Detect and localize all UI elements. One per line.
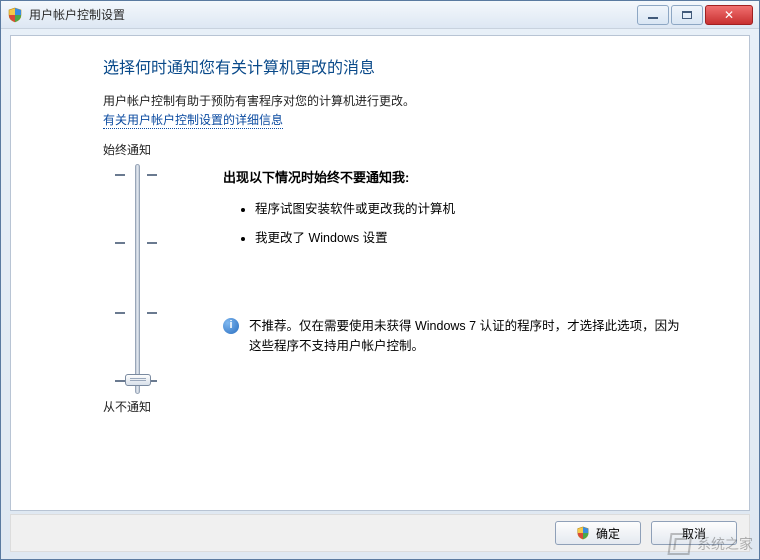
- close-icon: ✕: [724, 9, 734, 21]
- window-controls: ✕: [635, 5, 753, 25]
- recommendation-text: 不推荐。仅在需要使用未获得 Windows 7 认证的程序时，才选择此选项，因为…: [249, 316, 689, 356]
- slider-bottom-label: 从不通知: [103, 398, 223, 415]
- shield-icon: [7, 7, 23, 23]
- slider-track: [135, 164, 140, 394]
- window-title: 用户帐户控制设置: [29, 6, 125, 23]
- titlebar[interactable]: 用户帐户控制设置 ✕: [1, 1, 759, 29]
- level-description-panel: 出现以下情况时始终不要通知我: 程序试图安装软件或更改我的计算机 我更改了 Wi…: [223, 139, 749, 415]
- ok-button-label: 确定: [596, 525, 620, 542]
- info-icon: i: [223, 318, 239, 334]
- shield-icon: [576, 526, 590, 540]
- slider-column: 始终通知 从不通知: [103, 139, 223, 415]
- notification-level-slider[interactable]: [103, 164, 223, 394]
- slider-tick: [115, 174, 157, 175]
- description-text: 用户帐户控制有助于预防有害程序对您的计算机进行更改。: [103, 92, 749, 109]
- minimize-button[interactable]: [637, 5, 669, 25]
- page-heading: 选择何时通知您有关计算机更改的消息: [103, 54, 749, 78]
- slider-top-label: 始终通知: [103, 141, 223, 158]
- uac-settings-window: 用户帐户控制设置 ✕ 选择何时通知您有关计算机更改的消息 用户帐户控制有助于预防…: [0, 0, 760, 560]
- close-button[interactable]: ✕: [705, 5, 753, 25]
- dialog-button-row: 确定 取消: [10, 514, 750, 552]
- cancel-button[interactable]: 取消: [651, 521, 737, 545]
- maximize-icon: [682, 11, 692, 19]
- level-subheading: 出现以下情况时始终不要通知我:: [223, 167, 689, 186]
- slider-tick: [115, 242, 157, 243]
- recommendation-note: i 不推荐。仅在需要使用未获得 Windows 7 认证的程序时，才选择此选项，…: [223, 316, 689, 356]
- client-area: 选择何时通知您有关计算机更改的消息 用户帐户控制有助于预防有害程序对您的计算机进…: [10, 35, 750, 511]
- maximize-button[interactable]: [671, 5, 703, 25]
- minimize-icon: [648, 17, 658, 19]
- help-link[interactable]: 有关用户帐户控制设置的详细信息: [103, 111, 283, 129]
- level-bullet: 程序试图安装软件或更改我的计算机: [255, 198, 689, 217]
- level-bullet: 我更改了 Windows 设置: [255, 227, 689, 246]
- slider-thumb[interactable]: [125, 374, 151, 386]
- slider-tick: [115, 312, 157, 313]
- ok-button[interactable]: 确定: [555, 521, 641, 545]
- cancel-button-label: 取消: [682, 525, 706, 542]
